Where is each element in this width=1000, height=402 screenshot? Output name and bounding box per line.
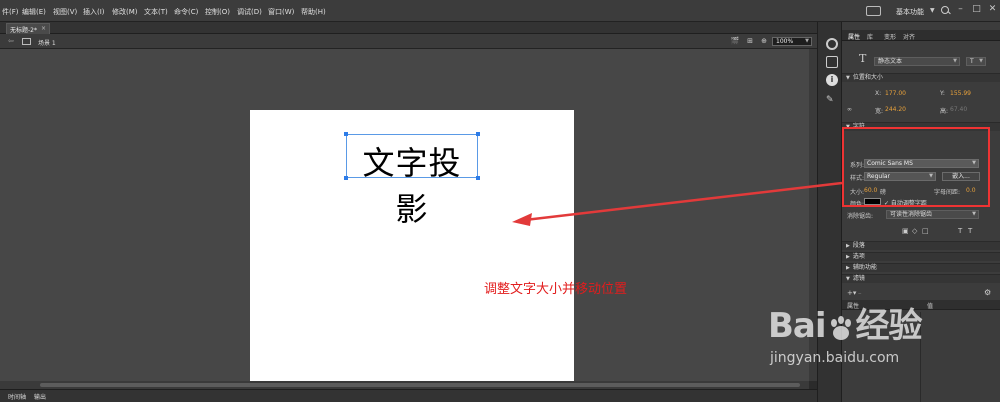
text-type-select[interactable]: 静态文本 ▼ bbox=[874, 57, 960, 66]
menu-view[interactable]: 视图(V) bbox=[53, 7, 77, 17]
watermark-url: jingyan.baidu.com bbox=[770, 350, 900, 366]
text-direction-select[interactable]: T ▼ bbox=[966, 57, 986, 66]
back-arrow-icon[interactable]: ⇦ bbox=[8, 37, 14, 45]
x-value[interactable]: 177.00 bbox=[885, 90, 906, 97]
scene-clapper-icon bbox=[22, 38, 31, 45]
bottom-panel-tabs: 时间轴 输出 bbox=[0, 389, 817, 402]
baidu-watermark: Bai 经验 jingyan.baidu.com bbox=[768, 298, 1000, 402]
height-label: 高: bbox=[940, 108, 949, 115]
horizontal-scrollbar[interactable] bbox=[0, 381, 809, 389]
search-icon[interactable] bbox=[939, 5, 953, 17]
minimize-button[interactable]: – bbox=[955, 4, 966, 15]
maximize-button[interactable]: □ bbox=[971, 4, 982, 15]
document-tab-bar: 无标题-2* × bbox=[0, 22, 817, 34]
link-icon[interactable]: ∞ bbox=[847, 106, 852, 113]
baidu-logo: Bai 经验 bbox=[768, 298, 923, 347]
tab-output[interactable]: 输出 bbox=[34, 392, 46, 401]
tab-library[interactable]: 库 bbox=[867, 32, 873, 41]
menu-window[interactable]: 窗口(W) bbox=[268, 7, 294, 17]
section-label: 辅助功能 bbox=[852, 264, 877, 271]
scrollbar-thumb[interactable] bbox=[40, 383, 800, 387]
menu-edit[interactable]: 编辑(E) bbox=[22, 7, 46, 17]
section-label: 段落 bbox=[852, 242, 865, 249]
close-button[interactable]: ✕ bbox=[987, 4, 998, 15]
tab-transform[interactable]: 变形 bbox=[884, 32, 896, 41]
section-paragraph[interactable]: ▶ 段落 bbox=[842, 241, 1000, 250]
close-tab-icon[interactable]: × bbox=[41, 25, 46, 32]
chevron-down-icon[interactable]: ▼ bbox=[930, 7, 935, 14]
section-label: 位置和大小 bbox=[852, 74, 883, 81]
width-label: 宽: bbox=[875, 108, 884, 115]
zoom-select[interactable]: 100% ▼ bbox=[772, 37, 812, 46]
menu-control[interactable]: 控制(O) bbox=[205, 7, 230, 17]
tab-properties[interactable]: 属性 bbox=[848, 32, 860, 41]
y-label: Y: bbox=[940, 90, 945, 97]
subscript-icon[interactable]: T bbox=[968, 227, 972, 235]
section-position-size[interactable]: ▼ 位置和大小 bbox=[842, 73, 1000, 82]
baidu-logo-text: Bai bbox=[768, 306, 827, 346]
tab-align[interactable]: 对齐 bbox=[903, 32, 915, 41]
anti-alias-select[interactable]: 可读性消除锯齿 ▼ bbox=[886, 210, 979, 219]
y-value[interactable]: 155.99 bbox=[950, 90, 971, 97]
text-direction-value: T bbox=[970, 58, 974, 65]
menu-debug[interactable]: 调试(D) bbox=[237, 7, 262, 17]
sync-settings-icon[interactable] bbox=[866, 6, 881, 16]
selectable-icon[interactable]: ▣ bbox=[902, 227, 909, 235]
add-filter-icon[interactable]: +▾ bbox=[847, 289, 856, 297]
edit-bar: ⇦ 场景 1 🎬 ⊞ ⊕ 100% ▼ bbox=[0, 34, 817, 49]
highlight-frame bbox=[842, 127, 990, 207]
resize-handle[interactable] bbox=[476, 132, 480, 136]
width-value[interactable]: 244.20 bbox=[885, 106, 906, 113]
info-icon[interactable]: i bbox=[826, 74, 838, 86]
menu-insert[interactable]: 插入(I) bbox=[83, 7, 105, 17]
pasteboard[interactable]: 文字投影 调整文字大小并移动位置 bbox=[0, 49, 809, 381]
zoom-value: 100% bbox=[776, 38, 794, 45]
menu-help[interactable]: 帮助(H) bbox=[301, 7, 326, 17]
paw-icon bbox=[830, 315, 851, 340]
x-label: X: bbox=[875, 90, 882, 97]
panel-tab-bar: 属性 库 变形 对齐 bbox=[842, 30, 1000, 41]
edit-scene-icon[interactable]: 🎬 bbox=[730, 37, 740, 46]
text-tool-icon: T bbox=[859, 52, 867, 65]
render-html-icon[interactable]: ◇ bbox=[912, 227, 917, 235]
section-filters[interactable]: ▼ 滤镜 bbox=[842, 274, 1000, 283]
annotation-text: 调整文字大小并移动位置 bbox=[484, 282, 628, 297]
menu-modify[interactable]: 修改(M) bbox=[112, 7, 138, 17]
swatches-icon[interactable] bbox=[826, 56, 838, 68]
color-icon[interactable] bbox=[826, 38, 838, 50]
text-type-value: 静态文本 bbox=[878, 58, 903, 65]
section-options[interactable]: ▶ 选项 bbox=[842, 252, 1000, 261]
superscript-icon[interactable]: T bbox=[958, 227, 962, 235]
section-label: 选项 bbox=[852, 253, 865, 260]
chevron-down-icon: ▼ bbox=[805, 38, 809, 44]
center-stage-icon[interactable]: ⊕ bbox=[759, 37, 769, 46]
stage[interactable]: 文字投影 调整文字大小并移动位置 bbox=[250, 110, 627, 381]
menu-text[interactable]: 文本(T) bbox=[144, 7, 168, 17]
remove-filter-icon[interactable]: – bbox=[858, 289, 862, 297]
document-tab[interactable]: 无标题-2* × bbox=[6, 23, 50, 34]
menu-commands[interactable]: 命令(C) bbox=[174, 7, 198, 17]
gear-icon[interactable]: ⚙ bbox=[984, 288, 991, 297]
stage-text: 文字投影 bbox=[362, 144, 462, 228]
height-value: 67.40 bbox=[950, 106, 968, 113]
workspace-label[interactable]: 基本功能 bbox=[896, 7, 924, 17]
code-snippets-icon[interactable]: ✎ bbox=[826, 94, 838, 106]
document-tab-title: 无标题-2* bbox=[10, 27, 37, 34]
menu-bar: 件(F) 编辑(E) 视图(V) 插入(I) 修改(M) 文本(T) 命令(C)… bbox=[0, 0, 1000, 22]
anti-alias-value: 可读性消除锯齿 bbox=[890, 211, 933, 218]
anti-alias-label: 消除锯齿: bbox=[847, 213, 874, 220]
edit-symbols-icon[interactable]: ⊞ bbox=[745, 37, 755, 46]
scene-label: 场景 1 bbox=[38, 40, 56, 47]
menu-file[interactable]: 件(F) bbox=[2, 7, 19, 17]
section-accessibility[interactable]: ▶ 辅助功能 bbox=[842, 263, 1000, 272]
border-icon[interactable]: □ bbox=[922, 227, 929, 235]
baidu-logo-suffix: 经验 bbox=[855, 306, 923, 346]
selected-text-field[interactable]: 文字投影 bbox=[344, 132, 480, 228]
tab-timeline[interactable]: 时间轴 bbox=[8, 392, 26, 401]
resize-handle[interactable] bbox=[344, 132, 348, 136]
section-label: 滤镜 bbox=[852, 275, 865, 282]
